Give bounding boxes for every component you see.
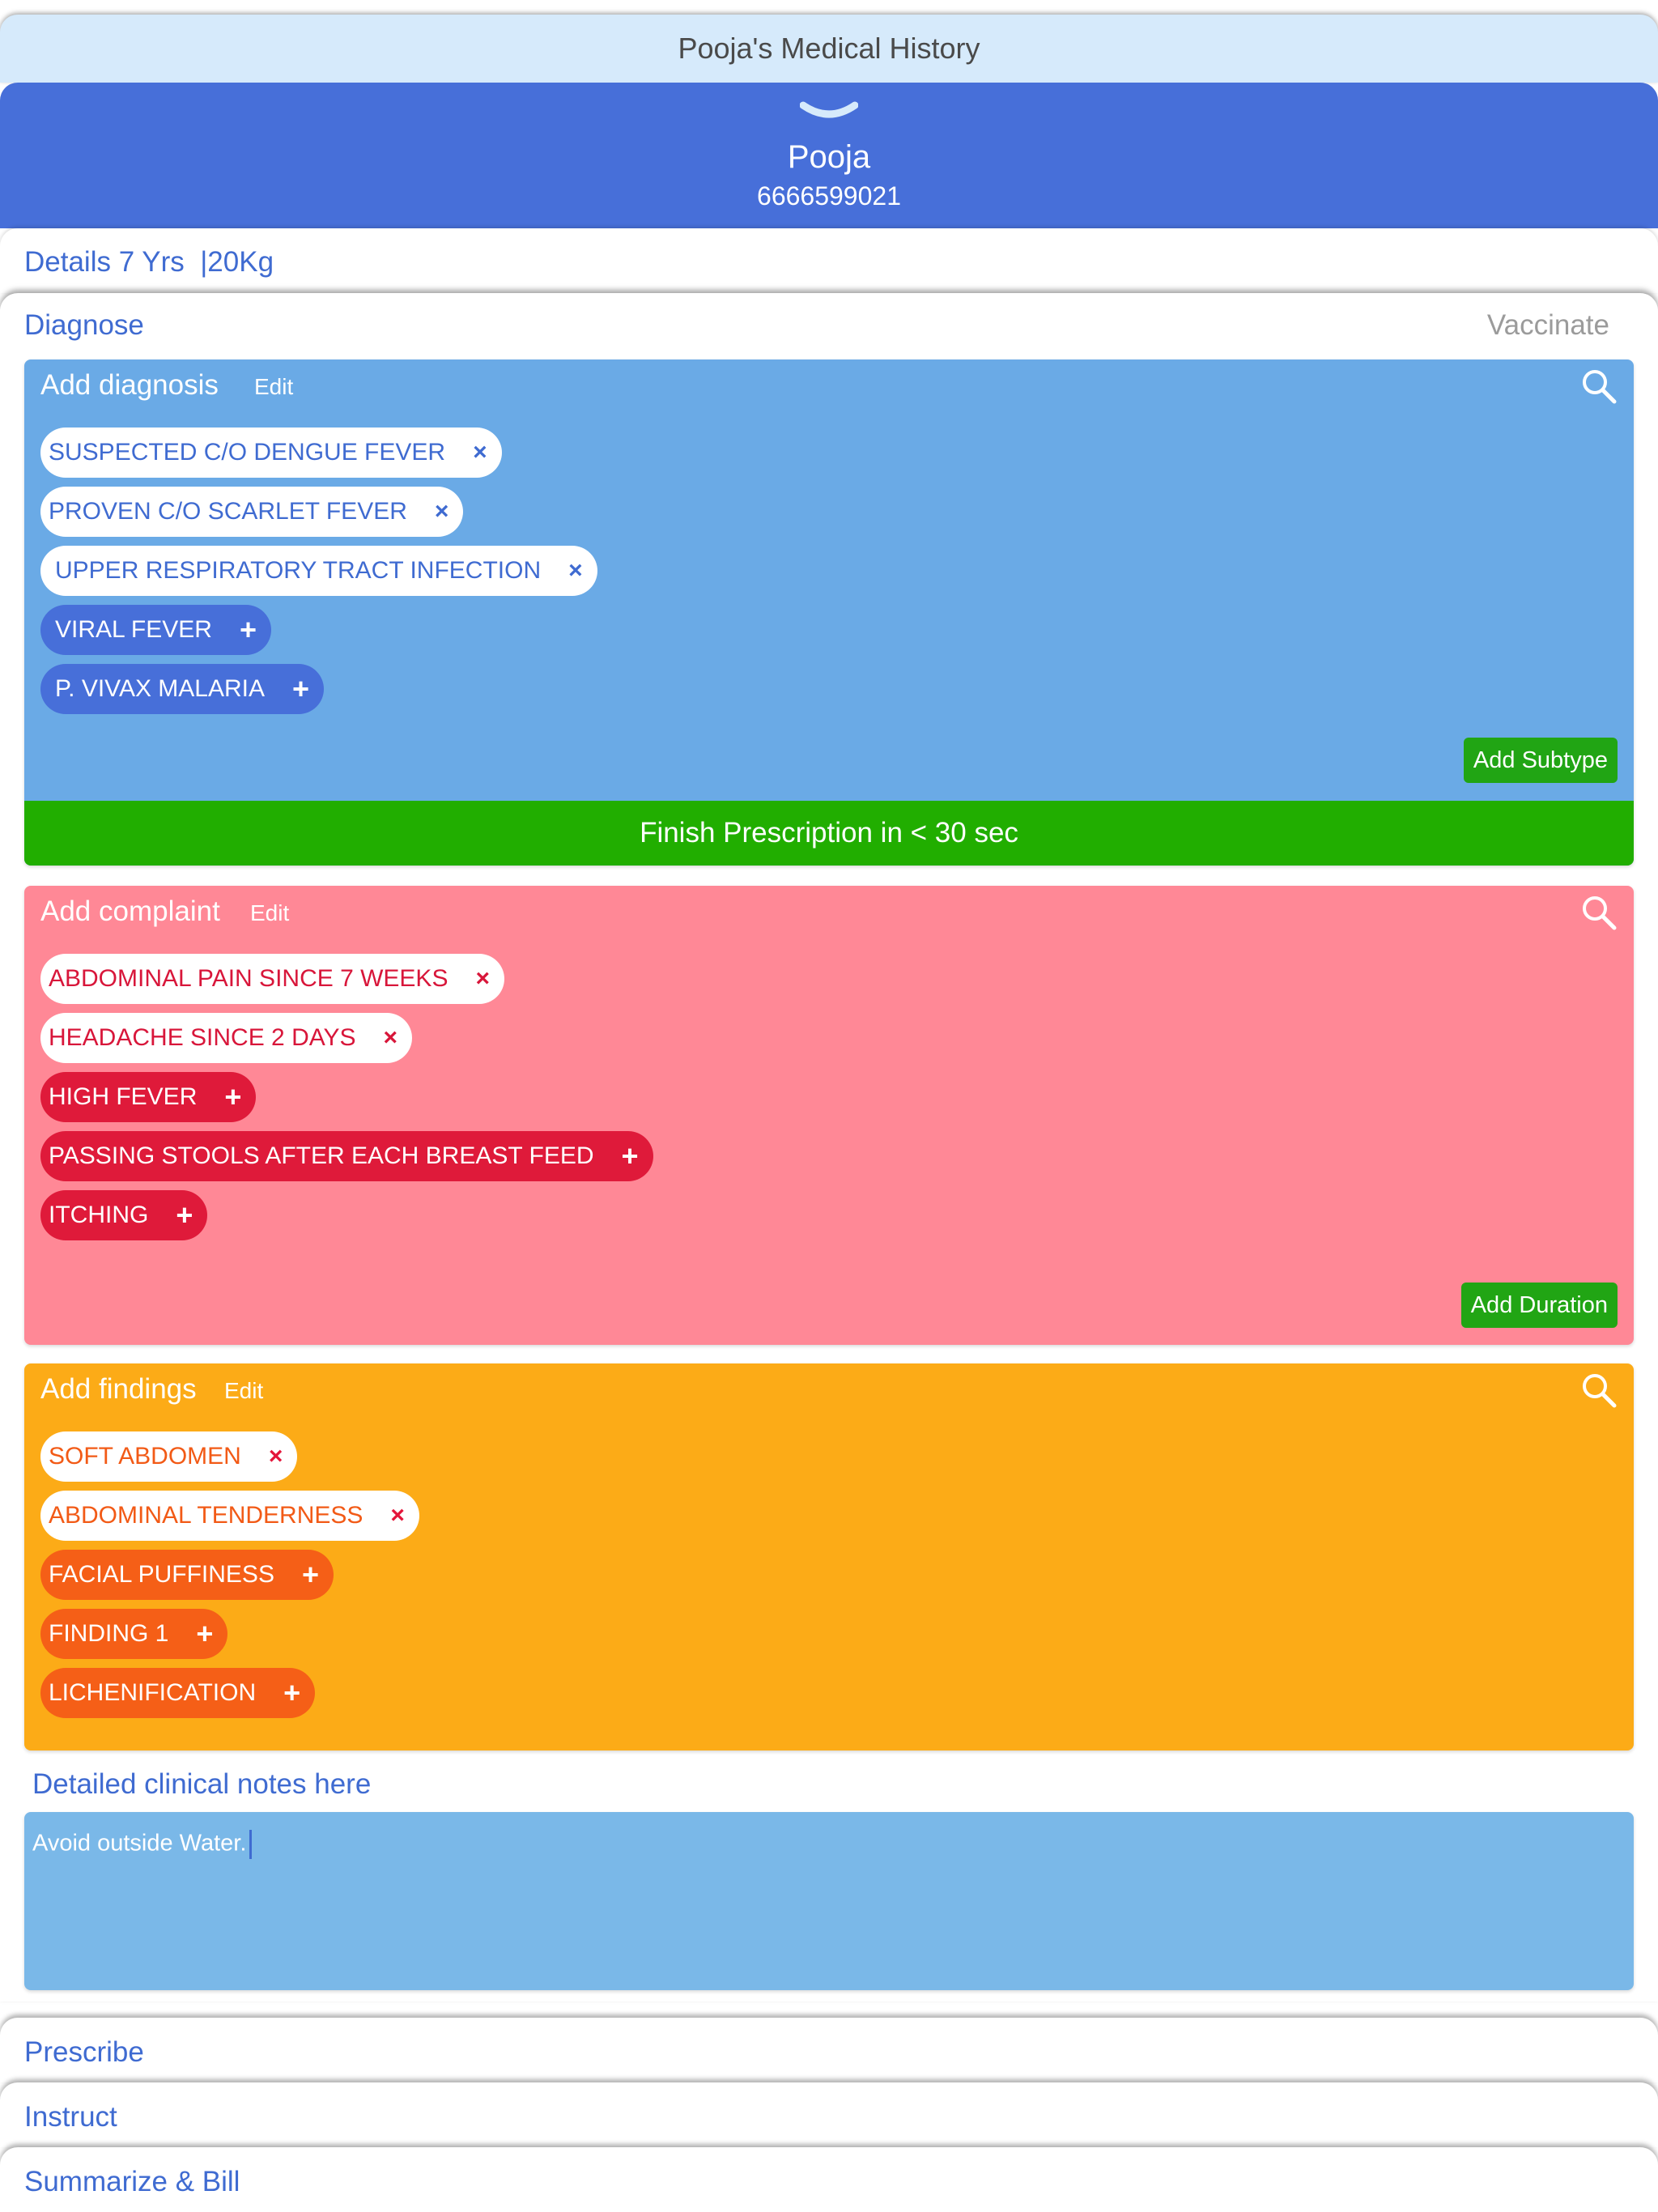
complaint-chip-selected[interactable]: HEADACHE SINCE 2 DAYS × [40,1013,413,1063]
search-icon[interactable] [1580,1372,1618,1409]
section-instruct-label: Instruct [24,2101,117,2133]
complaint-edit-button[interactable]: Edit [250,900,289,926]
text-cursor [249,1830,253,1859]
remove-icon[interactable]: × [390,1504,405,1528]
clinical-notes-input[interactable]: Avoid outside Water. [24,1812,1634,1990]
finding-chip-suggested[interactable]: FACIAL PUFFINESS + [40,1550,334,1600]
patient-header: Pooja 6666599021 [0,83,1658,228]
section-prescribe-label: Prescribe [24,2036,144,2068]
add-icon[interactable]: + [302,1560,319,1589]
patient-name: Pooja [787,139,871,175]
complaint-chip-list: ABDOMINAL PAIN SINCE 7 WEEKS × HEADACHE … [40,954,653,1240]
findings-panel: Add findings Edit SOFT ABDOMEN × ABDOMIN… [24,1363,1634,1750]
diagnosis-edit-button[interactable]: Edit [254,374,293,400]
remove-icon[interactable]: × [269,1444,283,1469]
tab-vaccinate[interactable]: Vaccinate [1487,309,1609,342]
complaint-title[interactable]: Add complaint [40,895,220,928]
add-icon[interactable]: + [176,1201,193,1230]
section-instruct[interactable]: Instruct [0,2082,1658,2147]
add-icon[interactable]: + [224,1083,241,1112]
complaint-chip-suggested[interactable]: HIGH FEVER + [40,1072,257,1122]
add-icon[interactable]: + [240,615,257,644]
add-icon[interactable]: + [292,674,309,704]
finding-chip-suggested[interactable]: LICHENIFICATION + [40,1668,316,1718]
finding-chip-selected[interactable]: ABDOMINAL TENDERNESS × [40,1491,419,1541]
search-icon[interactable] [1580,368,1618,405]
complaint-chip-selected[interactable]: ABDOMINAL PAIN SINCE 7 WEEKS × [40,954,504,1004]
medical-history-bar[interactable]: Pooja's Medical History [0,15,1658,83]
add-icon[interactable]: + [283,1678,300,1708]
remove-icon[interactable]: × [475,967,490,991]
remove-icon[interactable]: × [473,440,487,465]
complaint-chip-suggested[interactable]: PASSING STOOLS AFTER EACH BREAST FEED + [40,1131,653,1181]
section-prescribe[interactable]: Prescribe [0,2018,1658,2082]
diagnosis-chip-suggested[interactable]: VIRAL FEVER + [40,605,271,655]
complaint-chip-suggested[interactable]: ITCHING + [40,1190,208,1240]
remove-icon[interactable]: × [384,1026,398,1050]
finish-prescription-button[interactable]: Finish Prescription in < 30 sec [24,801,1634,866]
section-summarize-label: Summarize & Bill [24,2166,240,2197]
diagnosis-chip-list: SUSPECTED C/O DENGUE FEVER × PROVEN C/O … [40,428,597,714]
complaint-panel: Add complaint Edit ABDOMINAL PAIN SINCE … [24,886,1634,1345]
tab-diagnose[interactable]: Diagnose [24,309,144,342]
clinical-notes-text: Avoid outside Water. [32,1830,247,1857]
chevron-down-icon[interactable] [800,99,858,126]
findings-edit-button[interactable]: Edit [224,1378,263,1404]
remove-icon[interactable]: × [568,559,583,583]
findings-chip-list: SOFT ABDOMEN × ABDOMINAL TENDERNESS × FA… [40,1431,419,1718]
section-summarize-bill[interactable]: Summarize & Bill [0,2147,1658,2212]
diagnosis-panel: Add diagnosis Edit SUSPECTED C/O DENGUE … [24,359,1634,866]
diagnosis-chip-selected[interactable]: PROVEN C/O SCARLET FEVER × [40,487,464,537]
medical-history-title: Pooja's Medical History [678,32,980,65]
patient-details-row[interactable]: Details 7 Yrs |20Kg [0,228,1658,293]
add-icon[interactable]: + [196,1619,213,1648]
remove-icon[interactable]: × [435,500,449,524]
clinical-notes-label: Detailed clinical notes here [32,1768,372,1800]
finding-chip-suggested[interactable]: FINDING 1 + [40,1609,228,1659]
patient-phone: 6666599021 [757,181,901,211]
diagnose-section: Diagnose Vaccinate Add diagnosis Edit SU… [0,293,1658,2001]
diagnosis-chip-suggested[interactable]: P. VIVAX MALARIA + [40,664,325,714]
finding-chip-selected[interactable]: SOFT ABDOMEN × [40,1431,298,1482]
findings-title[interactable]: Add findings [40,1373,197,1406]
patient-details-label: Details 7 Yrs |20Kg [24,246,274,278]
add-icon[interactable]: + [622,1142,639,1171]
search-icon[interactable] [1580,894,1618,931]
diagnosis-chip-selected[interactable]: UPPER RESPIRATORY TRACT INFECTION × [40,546,597,596]
add-duration-button[interactable]: Add Duration [1460,1283,1618,1328]
diagnosis-chip-selected[interactable]: SUSPECTED C/O DENGUE FEVER × [40,428,502,478]
diagnosis-title[interactable]: Add diagnosis [40,369,219,402]
add-subtype-button[interactable]: Add Subtype [1463,738,1618,783]
